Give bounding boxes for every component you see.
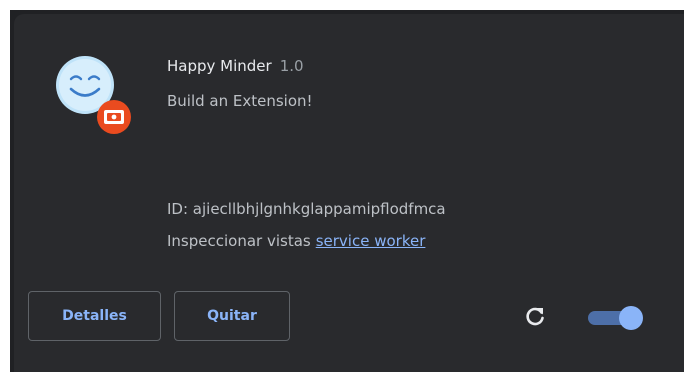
- details-button[interactable]: Detalles: [28, 291, 161, 341]
- extension-description: Build an Extension!: [167, 92, 313, 110]
- inspect-views-label: Inspeccionar vistas: [167, 232, 311, 250]
- enable-toggle[interactable]: [588, 306, 643, 330]
- extension-title: Happy Minder 1.0: [167, 54, 304, 78]
- reload-icon[interactable]: [522, 303, 548, 329]
- extension-icon: [54, 54, 148, 148]
- extension-version: 1.0: [279, 57, 304, 75]
- extension-id: ID: ajiecllbhjlgnhkglappamipflodfmca: [167, 200, 446, 218]
- inspect-views-row: Inspeccionar vistas service worker: [167, 229, 425, 253]
- happy-face-icon: [56, 56, 131, 134]
- remove-button[interactable]: Quitar: [174, 291, 290, 341]
- reload-icon-glyph: [526, 307, 544, 326]
- extension-name: Happy Minder: [167, 57, 272, 75]
- toggle-knob: [619, 306, 643, 330]
- service-worker-link[interactable]: service worker: [316, 232, 426, 250]
- unpacked-extension-badge-icon: [97, 100, 131, 134]
